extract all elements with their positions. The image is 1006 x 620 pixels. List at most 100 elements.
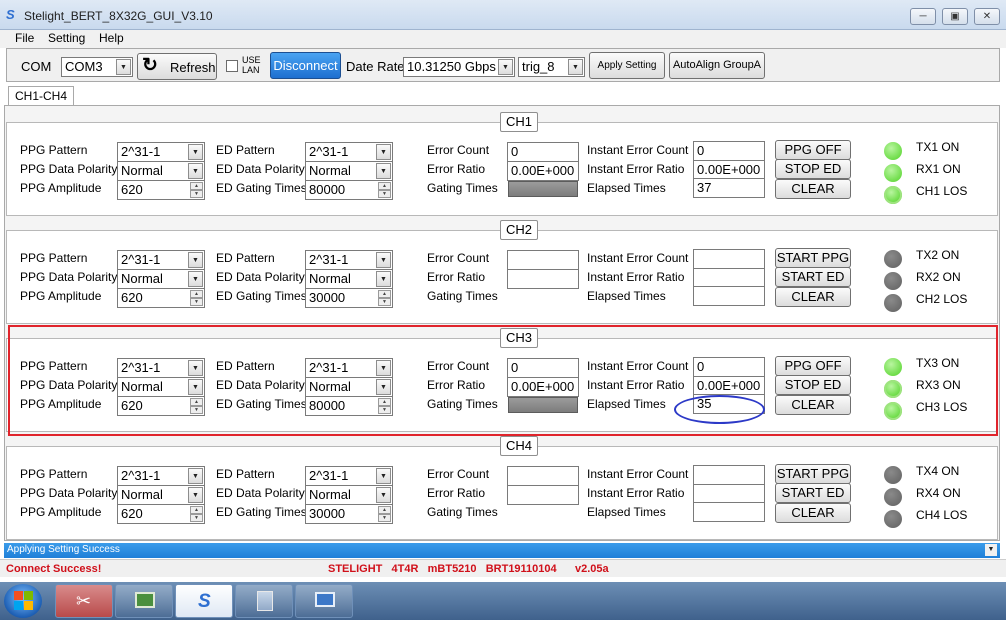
ed-polarity-select[interactable]: Normal ▼	[305, 377, 393, 397]
channel-group: CH2 PPG Pattern PPG Data Polarity PPG Ampli…	[6, 220, 998, 324]
ppg-polarity-select[interactable]: Normal ▼	[117, 377, 205, 397]
refresh-label: Refresh	[170, 60, 216, 75]
ppg-polarity-label: PPG Data Polarity	[20, 378, 118, 392]
ed-polarity-select[interactable]: Normal ▼	[305, 485, 393, 505]
refresh-button[interactable]: ↻ Refresh	[137, 53, 217, 80]
disconnect-button[interactable]: Disconnect	[270, 52, 341, 79]
los-status-label: CH2 LOS	[916, 292, 968, 306]
chevron-up-icon[interactable]: ▲	[378, 290, 391, 298]
ed-toggle-button[interactable]: START ED	[775, 483, 851, 503]
ppg-amplitude-label: PPG Amplitude	[20, 397, 102, 411]
gating-times-label: Gating Times	[427, 181, 498, 195]
menu-file[interactable]: File	[15, 31, 34, 45]
ppg-amplitude-spinner[interactable]: 620 ▲ ▼	[117, 288, 205, 308]
ed-gating-spinner[interactable]: 80000 ▲ ▼	[305, 180, 393, 200]
clear-button[interactable]: CLEAR	[775, 287, 851, 307]
chevron-down-icon[interactable]: ▼	[378, 190, 391, 198]
chevron-up-icon[interactable]: ▲	[378, 182, 391, 190]
chevron-up-icon[interactable]: ▲	[378, 506, 391, 514]
chevron-down-icon[interactable]: ▼	[985, 544, 997, 556]
ppg-pattern-select[interactable]: 2^31-1 ▼	[117, 250, 205, 270]
inst-error-ratio-label: Instant Error Ratio	[587, 378, 685, 392]
ppg-amplitude-spinner[interactable]: 620 ▲ ▼	[117, 396, 205, 416]
chevron-down-icon[interactable]: ▼	[190, 298, 203, 306]
autoalign-button[interactable]: AutoAlign GroupA	[669, 52, 765, 79]
chevron-up-icon[interactable]: ▲	[190, 398, 203, 406]
chevron-up-icon[interactable]: ▲	[190, 290, 203, 298]
scissors-tool-icon[interactable]: ✂	[55, 584, 113, 618]
ed-polarity-select[interactable]: Normal ▼	[305, 269, 393, 289]
stelight-app-icon[interactable]: S	[175, 584, 233, 618]
remote-desktop-icon[interactable]	[295, 584, 353, 618]
ppg-pattern-select[interactable]: 2^31-1 ▼	[117, 358, 205, 378]
menu-setting[interactable]: Setting	[48, 31, 85, 45]
error-count-field	[507, 250, 579, 270]
chevron-up-icon[interactable]: ▲	[378, 398, 391, 406]
calculator-icon[interactable]	[235, 584, 293, 618]
ppg-polarity-select[interactable]: Normal ▼	[117, 485, 205, 505]
chevron-down-icon[interactable]: ▼	[190, 514, 203, 522]
chevron-down-icon[interactable]: ▼	[190, 190, 203, 198]
minimize-button[interactable]: ─	[910, 8, 936, 25]
chevron-up-icon[interactable]: ▲	[190, 182, 203, 190]
date-rate-select[interactable]: 10.31250 Gbps ▼	[403, 57, 515, 77]
rx-status-label: RX2 ON	[916, 270, 961, 284]
ppg-toggle-button[interactable]: START PPG	[775, 248, 851, 268]
app-logo-icon: S	[6, 7, 15, 22]
channel-title: CH1	[500, 112, 538, 132]
chevron-down-icon[interactable]: ▼	[378, 514, 391, 522]
elapsed-times-field: 37	[693, 178, 765, 198]
ed-polarity-select[interactable]: Normal ▼	[305, 161, 393, 181]
apply-setting-button[interactable]: Apply Setting	[589, 52, 665, 79]
ppg-toggle-button[interactable]: START PPG	[775, 464, 851, 484]
menu-help[interactable]: Help	[99, 31, 124, 45]
ppg-toggle-button[interactable]: PPG OFF	[775, 140, 851, 160]
windows-start-icon[interactable]	[4, 584, 42, 618]
restore-button[interactable]: ▣	[942, 8, 968, 25]
ppg-pattern-value: 2^31-1	[121, 252, 161, 267]
ppg-toggle-button[interactable]: PPG OFF	[775, 356, 851, 376]
close-button[interactable]: ✕	[974, 8, 1000, 25]
ppg-polarity-select[interactable]: Normal ▼	[117, 161, 205, 181]
ppg-amplitude-spinner[interactable]: 620 ▲ ▼	[117, 180, 205, 200]
clear-button[interactable]: CLEAR	[775, 503, 851, 523]
trigger-select[interactable]: trig_8 ▼	[518, 57, 585, 77]
chevron-down-icon: ▼	[188, 163, 203, 179]
com-port-select[interactable]: COM3 ▼	[61, 57, 133, 77]
los-status-led	[884, 402, 902, 420]
tx-status-led	[884, 142, 902, 160]
error-count-label: Error Count	[427, 359, 490, 373]
network-monitor-icon[interactable]	[115, 584, 173, 618]
clear-button[interactable]: CLEAR	[775, 179, 851, 199]
ppg-polarity-select[interactable]: Normal ▼	[117, 269, 205, 289]
use-lan-checkbox[interactable]	[226, 60, 238, 72]
ed-toggle-button[interactable]: STOP ED	[775, 159, 851, 179]
ed-gating-spinner[interactable]: 30000 ▲ ▼	[305, 504, 393, 524]
com-port-value: COM3	[65, 59, 103, 74]
ppg-amplitude-spinner[interactable]: 620 ▲ ▼	[117, 504, 205, 524]
chevron-down-icon: ▼	[188, 144, 203, 160]
gating-times-label: Gating Times	[427, 289, 498, 303]
ppg-pattern-select[interactable]: 2^31-1 ▼	[117, 142, 205, 162]
clear-button[interactable]: CLEAR	[775, 395, 851, 415]
tx-status-led	[884, 250, 902, 268]
ed-gating-spinner[interactable]: 30000 ▲ ▼	[305, 288, 393, 308]
ed-pattern-select[interactable]: 2^31-1 ▼	[305, 466, 393, 486]
ed-toggle-button[interactable]: START ED	[775, 267, 851, 287]
tab-ch1-ch4[interactable]: CH1-CH4	[8, 86, 74, 106]
ed-toggle-button[interactable]: STOP ED	[775, 375, 851, 395]
chevron-down-icon[interactable]: ▼	[378, 406, 391, 414]
ppg-pattern-label: PPG Pattern	[20, 359, 88, 373]
ed-pattern-select[interactable]: 2^31-1 ▼	[305, 250, 393, 270]
ed-polarity-value: Normal	[309, 271, 351, 286]
channel-group: CH4 PPG Pattern PPG Data Polarity PPG Ampli…	[6, 436, 998, 540]
ed-pattern-select[interactable]: 2^31-1 ▼	[305, 142, 393, 162]
ppg-pattern-select[interactable]: 2^31-1 ▼	[117, 466, 205, 486]
ed-gating-spinner[interactable]: 80000 ▲ ▼	[305, 396, 393, 416]
ed-pattern-select[interactable]: 2^31-1 ▼	[305, 358, 393, 378]
chevron-up-icon[interactable]: ▲	[190, 506, 203, 514]
chevron-down-icon[interactable]: ▼	[378, 298, 391, 306]
gating-times-label: Gating Times	[427, 505, 498, 519]
chevron-down-icon[interactable]: ▼	[190, 406, 203, 414]
elapsed-times-field	[693, 286, 765, 306]
